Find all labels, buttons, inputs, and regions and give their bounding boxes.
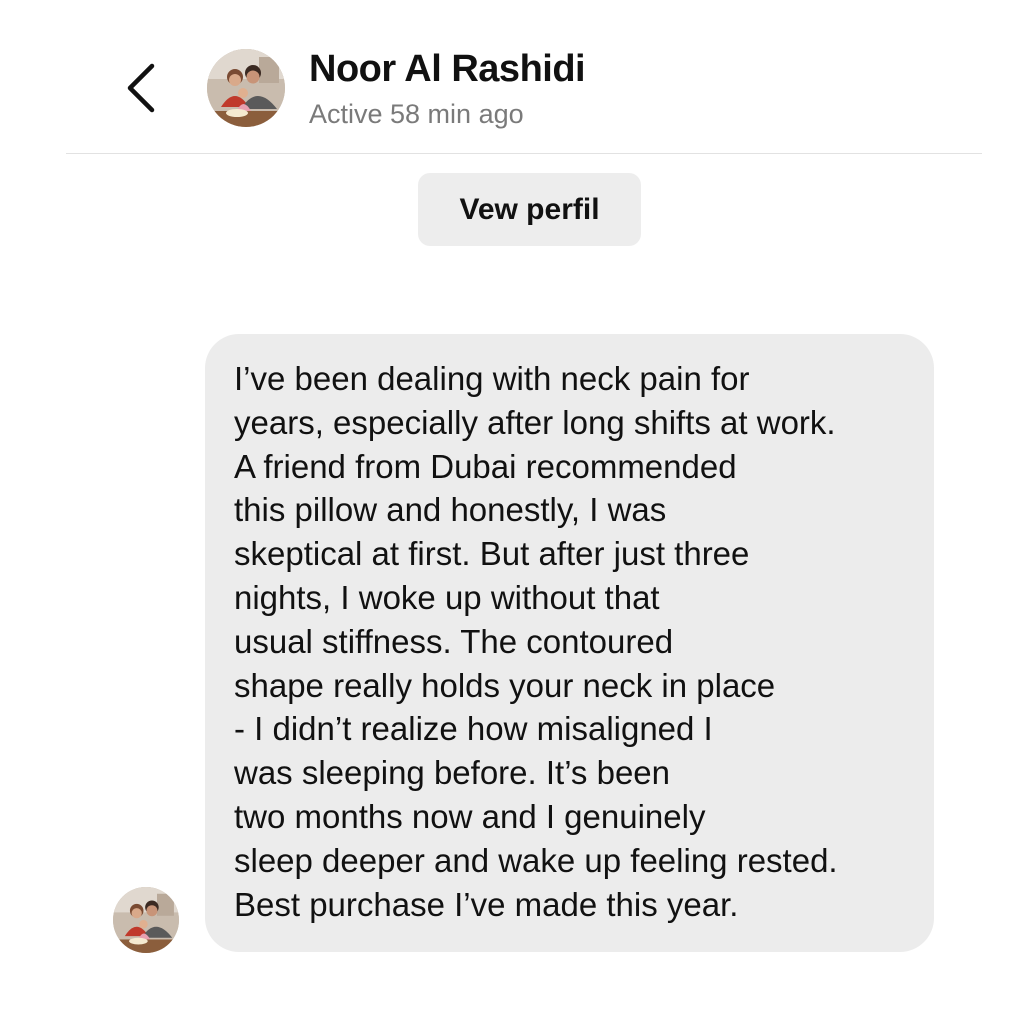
message-sender-avatar[interactable] (113, 887, 179, 953)
avatar-photo (207, 49, 285, 127)
message-bubble[interactable]: I’ve been dealing with neck pain for yea… (205, 334, 934, 952)
view-profile-button[interactable]: Vew perfil (418, 173, 641, 246)
avatar-photo (113, 887, 179, 953)
chevron-left-icon (127, 63, 155, 113)
message-line: - I didn’t realize how misaligned I (234, 710, 713, 748)
message-line: this pillow and honestly, I was (234, 491, 667, 529)
message-line: usual stiffness. The contoured (234, 622, 674, 660)
message-line: two months now and I genuinely (234, 797, 706, 835)
message-line: was sleeping before. It’s been (234, 754, 671, 792)
message-line: sleep deeper and wake up feeling rested. (234, 841, 838, 879)
contact-avatar[interactable] (207, 49, 285, 127)
message-line: skeptical at first. But after just three (234, 535, 750, 573)
message-line: Best purchase I’ve made this year. (234, 885, 739, 923)
message-line: years, especially after long shifts at w… (234, 403, 836, 441)
message-line: I’ve been dealing with neck pain for (234, 360, 750, 397)
contact-name[interactable]: Noor Al Rashidi (309, 47, 586, 91)
chat-screen: Noor Al Rashidi Active 58 min ago Vew pe… (0, 0, 1024, 1024)
message-text: I’ve been dealing with neck pain for yea… (234, 357, 920, 926)
back-button[interactable] (116, 58, 166, 118)
message-line: A friend from Dubai recommended (234, 447, 737, 485)
header-divider (66, 153, 982, 154)
message-line: shape really holds your neck in place (234, 666, 776, 704)
contact-info: Noor Al Rashidi Active 58 min ago (309, 47, 586, 131)
contact-status: Active 58 min ago (309, 99, 524, 129)
message-line: nights, I woke up without that (234, 578, 660, 616)
